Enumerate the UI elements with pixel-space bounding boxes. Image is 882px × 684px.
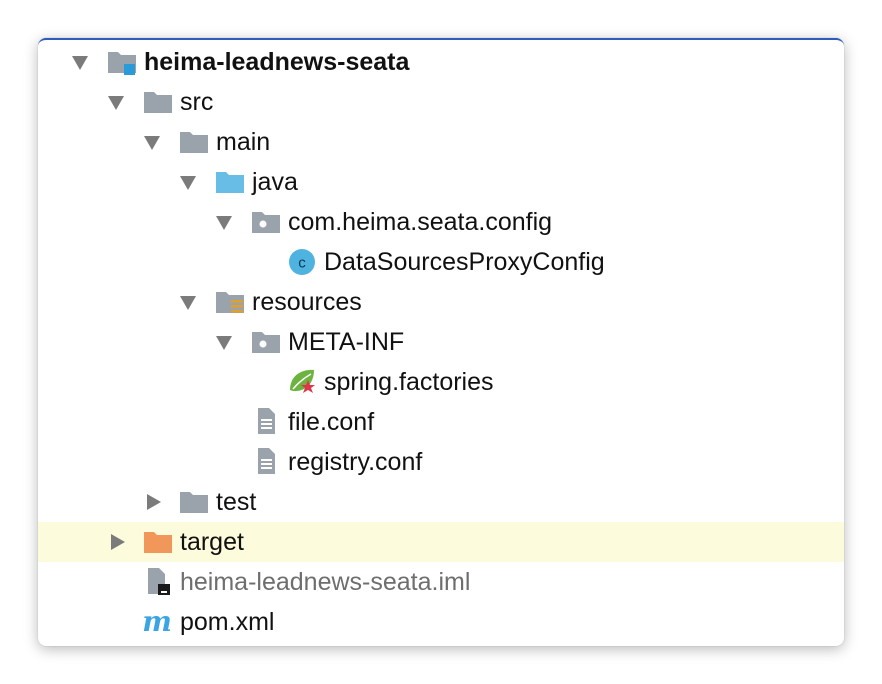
tree-label-fileconf: file.conf (288, 408, 375, 436)
tree-label-spring: spring.factories (324, 368, 494, 396)
tree-row-fileconf[interactable]: file.conf (38, 402, 844, 442)
text-file-icon (258, 408, 275, 434)
spring-leaf-icon (290, 369, 315, 393)
tree-row-target[interactable]: target (38, 522, 844, 562)
tree-row-iml[interactable]: heima-leadnews-seata.iml (38, 562, 844, 602)
collapse-arrow-icon[interactable] (216, 336, 232, 350)
excluded-folder-icon (144, 532, 172, 553)
tree-row-src[interactable]: src (38, 82, 844, 122)
text-file-icon (258, 448, 275, 474)
maven-icon: m (143, 606, 172, 636)
collapse-arrow-icon[interactable] (216, 216, 232, 230)
class-icon: c (289, 249, 315, 275)
tree-label-main: main (216, 128, 271, 156)
tree-label-root: heima-leadnews-seata (144, 48, 410, 76)
expand-arrow-icon[interactable] (147, 494, 161, 510)
tree-row-main[interactable]: main (38, 122, 844, 162)
tree-row-resources[interactable]: resources (38, 282, 844, 322)
tree-row-package[interactable]: com.heima.seata.config (38, 202, 844, 242)
package-icon (252, 332, 280, 353)
folder-icon (180, 132, 208, 153)
tree-row-root[interactable]: heima-leadnews-seata (38, 42, 844, 82)
tree-label-target: target (180, 528, 244, 556)
source-folder-icon (216, 172, 244, 193)
tree-label-registry: registry.conf (288, 448, 423, 476)
tree-row-java[interactable]: java (38, 162, 844, 202)
expand-arrow-icon[interactable] (111, 534, 125, 550)
tree-row-class[interactable]: c DataSourcesProxyConfig (38, 242, 844, 282)
module-file-icon (148, 568, 170, 595)
folder-icon (144, 92, 172, 113)
collapse-arrow-icon[interactable] (144, 136, 160, 150)
tree-label-java: java (252, 168, 298, 196)
resources-folder-icon (216, 292, 244, 313)
tree-label-metainf: META-INF (288, 328, 405, 356)
tree-label-package: com.heima.seata.config (288, 208, 553, 236)
folder-icon (180, 492, 208, 513)
svg-text:c: c (298, 255, 306, 272)
tree-label-src: src (180, 88, 214, 116)
project-tree-panel: heima-leadnews-seata src main java com.h… (38, 38, 844, 646)
collapse-arrow-icon[interactable] (108, 96, 124, 110)
collapse-arrow-icon[interactable] (72, 56, 88, 70)
tree-label-iml: heima-leadnews-seata.iml (180, 568, 471, 596)
collapse-arrow-icon[interactable] (180, 176, 196, 190)
tree-row-pom[interactable]: m pom.xml (38, 602, 844, 642)
tree-label-pom: pom.xml (180, 608, 275, 636)
module-folder-icon (108, 52, 136, 75)
tree-label-test: test (216, 488, 257, 516)
svg-text:m: m (143, 606, 172, 636)
tree-row-spring[interactable]: spring.factories (38, 362, 844, 402)
collapse-arrow-icon[interactable] (180, 296, 196, 310)
tree-row-test[interactable]: test (38, 482, 844, 522)
package-icon (252, 212, 280, 233)
tree-label-class: DataSourcesProxyConfig (324, 248, 605, 276)
tree-row-metainf[interactable]: META-INF (38, 322, 844, 362)
tree-label-resources: resources (252, 288, 362, 316)
tree-row-registry[interactable]: registry.conf (38, 442, 844, 482)
